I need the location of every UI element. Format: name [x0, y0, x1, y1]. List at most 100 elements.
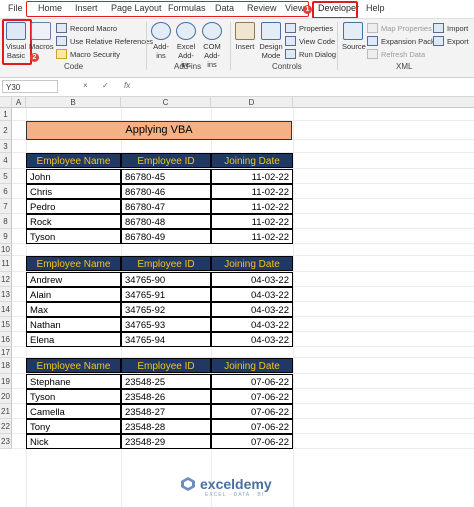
table-cell[interactable]: 11-02-22	[211, 184, 293, 199]
table-cell[interactable]: Nathan	[26, 317, 121, 332]
table-cell[interactable]: Andrew	[26, 272, 121, 287]
table-cell[interactable]: 34765-93	[121, 317, 211, 332]
record-macro-button[interactable]: Record Macro	[56, 23, 117, 33]
row-header[interactable]: 1	[0, 108, 12, 121]
row-header[interactable]: 7	[0, 199, 12, 214]
table-cell[interactable]: 07-06-22	[211, 374, 293, 389]
table-cell[interactable]: Tony	[26, 419, 121, 434]
design-mode-button[interactable]: Design Mode	[259, 22, 283, 60]
properties-button[interactable]: Properties	[285, 23, 333, 33]
table-header-cell[interactable]: Joining Date	[211, 358, 293, 373]
column-header[interactable]: C	[121, 97, 211, 108]
relative-references-button[interactable]: Use Relative References	[56, 36, 153, 46]
tab-help[interactable]: Help	[366, 3, 385, 13]
table-header-cell[interactable]: Employee Name	[26, 256, 121, 271]
row-header[interactable]: 18	[0, 358, 12, 374]
table-cell[interactable]: 11-02-22	[211, 199, 293, 214]
column-header[interactable]: D	[211, 97, 293, 108]
row-header[interactable]: 20	[0, 389, 12, 404]
table-cell[interactable]: 04-03-22	[211, 287, 293, 302]
row-header[interactable]: 23	[0, 434, 12, 449]
row-header[interactable]: 3	[0, 140, 12, 153]
expansion-packs-button[interactable]: Expansion Packs	[367, 36, 439, 46]
insert-control-button[interactable]: Insert	[234, 22, 256, 51]
table-cell[interactable]: Stephane	[26, 374, 121, 389]
row-header[interactable]: 15	[0, 317, 12, 332]
row-header[interactable]: 9	[0, 229, 12, 244]
row-header[interactable]: 11	[0, 256, 12, 272]
table-cell[interactable]: Camella	[26, 404, 121, 419]
table-cell[interactable]: John	[26, 169, 121, 184]
row-header[interactable]: 12	[0, 272, 12, 287]
table-cell[interactable]: 04-03-22	[211, 302, 293, 317]
source-button[interactable]: Source	[342, 22, 366, 51]
table-header-cell[interactable]: Employee Name	[26, 153, 121, 168]
table-cell[interactable]: 86780-49	[121, 229, 211, 244]
table-cell[interactable]: 07-06-22	[211, 404, 293, 419]
view-code-button[interactable]: View Code	[285, 36, 335, 46]
map-properties-button[interactable]: Map Properties	[367, 23, 432, 33]
name-box[interactable]: Y30	[2, 80, 58, 93]
row-header[interactable]: 16	[0, 332, 12, 347]
table-cell[interactable]: 34765-90	[121, 272, 211, 287]
cancel-icon[interactable]: ×	[83, 81, 88, 90]
table-cell[interactable]: 23548-27	[121, 404, 211, 419]
table-cell[interactable]: 86780-46	[121, 184, 211, 199]
table-cell[interactable]: 23548-28	[121, 419, 211, 434]
table-cell[interactable]: 23548-26	[121, 389, 211, 404]
addins-button[interactable]: Add-ins	[150, 22, 172, 60]
row-header[interactable]: 2	[0, 121, 12, 140]
row-header[interactable]: 6	[0, 184, 12, 199]
table-cell[interactable]: 23548-25	[121, 374, 211, 389]
table-cell[interactable]: Pedro	[26, 199, 121, 214]
table-header-cell[interactable]: Employee ID	[121, 153, 211, 168]
table-cell[interactable]: Max	[26, 302, 121, 317]
row-header[interactable]: 14	[0, 302, 12, 317]
table-cell[interactable]: 07-06-22	[211, 434, 293, 449]
row-header[interactable]: 10	[0, 244, 12, 256]
import-button[interactable]: Import	[433, 23, 468, 33]
table-cell[interactable]: Nick	[26, 434, 121, 449]
table-cell[interactable]: 34765-94	[121, 332, 211, 347]
table-header-cell[interactable]: Joining Date	[211, 153, 293, 168]
table-header-cell[interactable]: Employee Name	[26, 358, 121, 373]
table-cell[interactable]: 04-03-22	[211, 332, 293, 347]
table-cell[interactable]: Tyson	[26, 389, 121, 404]
table-cell[interactable]: Chris	[26, 184, 121, 199]
row-header[interactable]: 22	[0, 419, 12, 434]
tab-file[interactable]: File	[8, 3, 23, 13]
table-cell[interactable]: 07-06-22	[211, 419, 293, 434]
column-header[interactable]: B	[26, 97, 121, 108]
table-header-cell[interactable]: Employee ID	[121, 358, 211, 373]
table-cell[interactable]: 11-02-22	[211, 229, 293, 244]
macros-button[interactable]: Macros	[29, 22, 54, 51]
row-header[interactable]: 13	[0, 287, 12, 302]
row-header[interactable]: 19	[0, 374, 12, 389]
row-header[interactable]: 4	[0, 153, 12, 169]
table-cell[interactable]: Tyson	[26, 229, 121, 244]
run-dialog-button[interactable]: Run Dialog	[285, 49, 336, 59]
table-cell[interactable]: 86780-45	[121, 169, 211, 184]
table-cell[interactable]: 11-02-22	[211, 214, 293, 229]
column-header[interactable]: A	[12, 97, 26, 108]
table-header-cell[interactable]: Employee ID	[121, 256, 211, 271]
table-header-cell[interactable]: Joining Date	[211, 256, 293, 271]
table-cell[interactable]: 04-03-22	[211, 317, 293, 332]
row-header[interactable]: 21	[0, 404, 12, 419]
table-cell[interactable]: Alain	[26, 287, 121, 302]
table-cell[interactable]: 86780-48	[121, 214, 211, 229]
function-icon[interactable]: fx	[124, 81, 130, 90]
table-cell[interactable]: Rock	[26, 214, 121, 229]
row-header[interactable]: 5	[0, 169, 12, 184]
table-cell[interactable]: Elena	[26, 332, 121, 347]
row-header[interactable]: 8	[0, 214, 12, 229]
table-cell[interactable]: 07-06-22	[211, 389, 293, 404]
table-cell[interactable]: 34765-92	[121, 302, 211, 317]
table-cell[interactable]: 23548-29	[121, 434, 211, 449]
table-cell[interactable]: 86780-47	[121, 199, 211, 214]
macro-security-button[interactable]: Macro Security	[56, 49, 120, 59]
com-addins-button[interactable]: COM Add-ins	[200, 22, 224, 69]
select-all-corner[interactable]	[0, 97, 12, 108]
table-cell[interactable]: 04-03-22	[211, 272, 293, 287]
row-header[interactable]: 17	[0, 347, 12, 358]
